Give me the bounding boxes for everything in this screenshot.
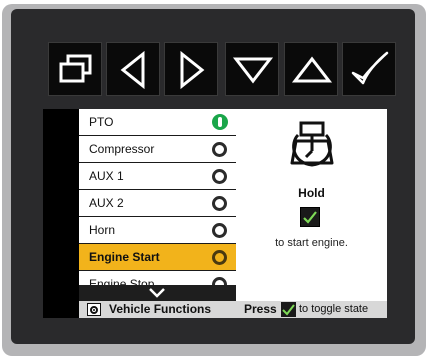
function-list: PTO Compressor AUX 1 AUX 2 Horn Engine S…: [79, 109, 236, 301]
engine-key-icon: [290, 121, 334, 167]
list-item-label: Engine Start: [89, 250, 160, 264]
down-arrow-icon: [232, 57, 274, 84]
chevron-down-icon: [149, 288, 165, 298]
list-item-label: Compressor: [89, 142, 155, 156]
toggle-hint: to toggle state: [299, 303, 369, 315]
hold-label: Hold: [298, 186, 325, 200]
status-off-icon: [212, 250, 227, 265]
right-button[interactable]: [164, 42, 218, 96]
left-arrow-icon: [120, 50, 145, 90]
list-item-label: AUX 2: [89, 196, 124, 210]
gear-icon: [87, 303, 101, 316]
down-button[interactable]: [225, 42, 279, 96]
confirm-button[interactable]: [342, 42, 396, 96]
windows-icon: [59, 54, 92, 83]
detail-pane: Hold to start engine.: [236, 109, 387, 301]
checkmark-icon: [281, 302, 296, 317]
scroll-down-indicator[interactable]: [79, 285, 236, 301]
list-item-pto[interactable]: PTO: [79, 109, 236, 136]
status-footer: Vehicle Functions Press to toggle state: [79, 301, 387, 318]
list-item-engine-start[interactable]: Engine Start: [79, 244, 236, 271]
list-item-label: Horn: [89, 223, 116, 237]
instruction-text: to start engine.: [275, 237, 348, 249]
list-item-compressor[interactable]: Compressor: [79, 136, 236, 163]
status-off-icon: [212, 142, 227, 157]
list-item-label: AUX 1: [89, 169, 124, 183]
confirm-check-icon: [300, 207, 320, 227]
list-item-horn[interactable]: Horn: [79, 217, 236, 244]
left-button[interactable]: [106, 42, 160, 96]
status-off-icon: [212, 196, 227, 211]
checkmark-icon: [351, 51, 389, 85]
status-on-icon: [212, 114, 228, 130]
status-off-icon: [212, 169, 227, 184]
right-arrow-icon: [180, 50, 205, 90]
press-label: Press: [244, 302, 277, 316]
list-item-aux-1[interactable]: AUX 1: [79, 163, 236, 190]
section-title: Vehicle Functions: [109, 302, 212, 316]
up-button[interactable]: [284, 42, 338, 96]
up-arrow-icon: [291, 56, 333, 83]
windows-button[interactable]: [48, 42, 102, 96]
display-screen: PTO Compressor AUX 1 AUX 2 Horn Engine S…: [43, 109, 387, 318]
list-item-aux-2[interactable]: AUX 2: [79, 190, 236, 217]
list-item-label: PTO: [89, 115, 114, 129]
left-margin: [43, 109, 79, 301]
status-off-icon: [212, 223, 227, 238]
